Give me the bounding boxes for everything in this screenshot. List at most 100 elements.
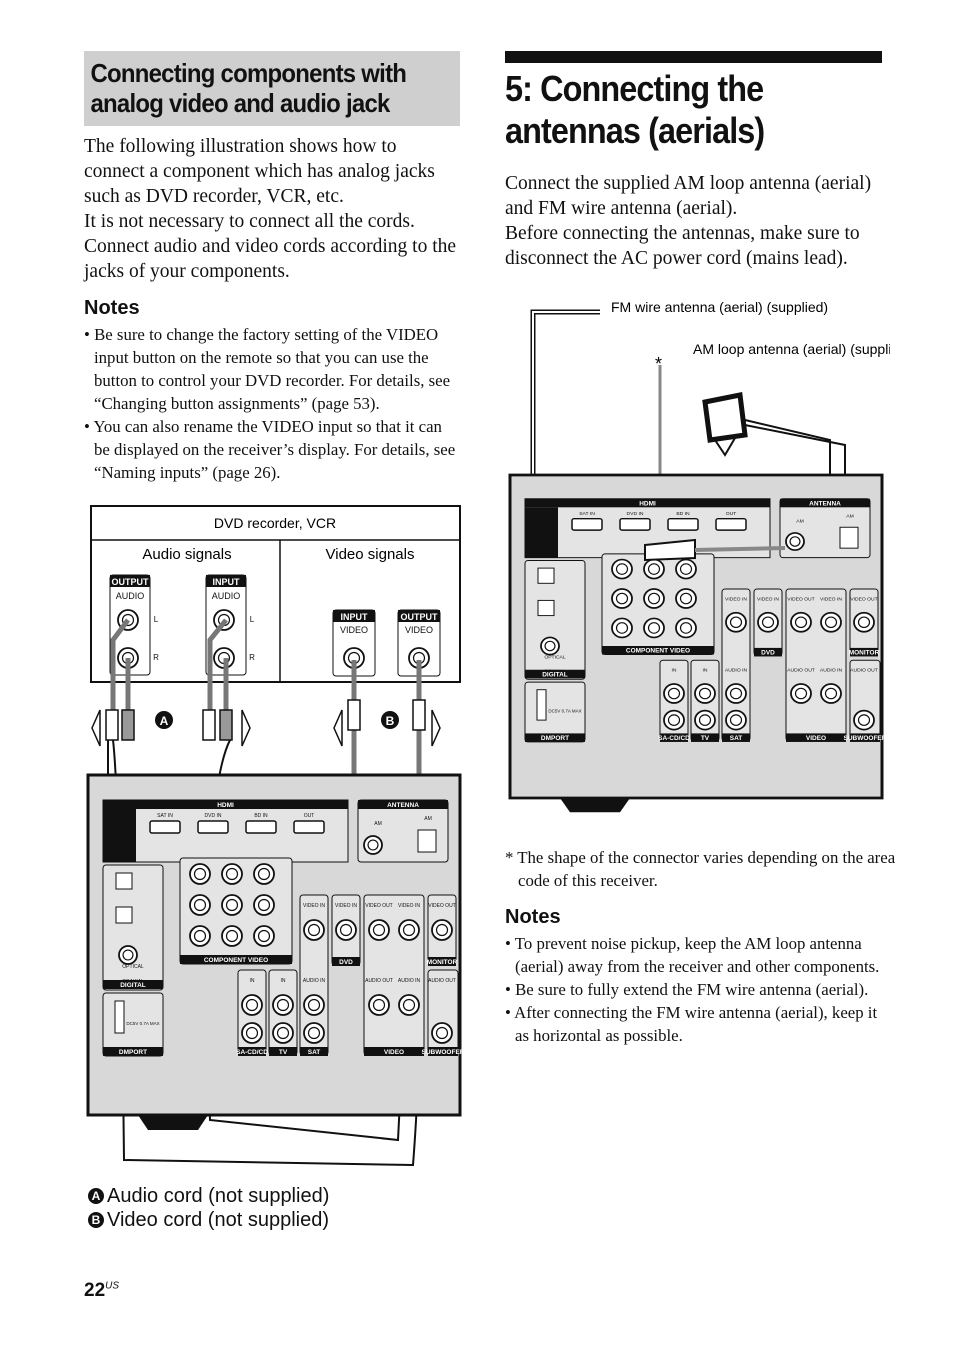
panel-label: VIDEO IN [757,597,779,603]
panel-label: HDMI [639,501,656,508]
jack-icon [663,683,685,704]
page-number: 22US [84,1280,119,1302]
marker-b-icon: B [88,1212,104,1228]
panel-label: MONITOR [427,959,458,966]
panel-label: VIDEO IN [303,903,325,909]
panel-label: AM [374,821,382,827]
panel-label: SAT IN [579,511,595,517]
panel-label: DVD [339,959,353,966]
jack-icon [853,709,875,731]
note-item: Be sure to fully extend the FM wire ante… [505,978,885,1001]
jack-icon [303,919,325,941]
panel-label: VIDEO [806,735,826,742]
jack-icon [189,925,211,947]
jack-icon [540,636,560,656]
panel-label: SUBWOOFER [844,735,887,742]
panel-label: DIGITAL [120,982,146,989]
panel-label: BD IN [676,511,690,517]
panel-label: SAT [308,1049,321,1056]
jack-icon [272,1022,294,1044]
panel-label: SUBWOOFER [422,1049,465,1056]
antenna-diagram: FM wire antenna (aerial) (supplied) AM l… [508,299,890,813]
panel-label: IN [281,978,286,984]
panel-label: AUDIO OUT [787,668,815,674]
panel-label: DC5V 0.7A MAX [126,1021,159,1026]
device-title: DVD recorder, VCR [214,515,336,531]
connect-note-box [103,809,136,862]
jack-icon [221,863,243,885]
jack-icon [675,588,697,609]
panel-label: OUTPUT [401,612,439,622]
jack-icon [790,683,812,704]
panel-label: VIDEO IN [335,903,357,909]
jack-icon [611,617,633,639]
jack-icon [253,925,275,947]
jack-icon [253,894,275,916]
hdmi-port-icon [571,517,603,531]
jack-icon [725,709,747,731]
title-bar [505,51,882,63]
jack-icon [221,925,243,947]
panel-label: AUDIO [116,591,145,601]
jack-icon [643,558,665,580]
jack-icon [694,709,716,731]
svg-text:A: A [160,714,169,728]
panel-label: R [249,653,255,662]
jack-icon [853,611,875,633]
paragraph: Before connecting the antennas, make sur… [505,223,860,269]
jack-icon [675,558,697,580]
jack-icon [725,611,747,633]
panel-label: AM [846,514,853,520]
note-item: After connecting the FM wire antenna (ae… [505,1001,885,1047]
panel-label: SA-CD/CD [658,735,690,742]
paragraph: It is not necessary to connect all the c… [84,211,457,282]
jack-icon [368,994,390,1016]
dmport-icon [536,689,547,721]
panel-label: AUDIO OUT [428,978,456,984]
jack-icon [368,919,390,941]
hdmi-port-icon [197,820,229,834]
jack-icon [643,617,665,639]
jack-icon [398,994,420,1016]
panel-label: VIDEO OUT [787,597,814,603]
receiver-foot [560,798,630,813]
panel-label: TV [701,735,710,742]
am-antenna-label: AM loop antenna (aerial) (supplied) [693,341,890,357]
jack-icon [253,863,275,885]
panel-label: VIDEO IN [398,903,420,909]
panel-label: DVD IN [627,511,644,517]
notes-title: Notes [505,906,561,928]
panel-label: DMPORT [541,735,569,742]
hdmi-port-icon [149,820,181,834]
notes-section: Notes To prevent noise pickup, keep the … [505,906,885,1047]
panel-label: R [153,653,159,662]
intro-text: The following illustration shows how to … [84,134,460,284]
optical-port-icon [115,872,133,890]
optical-port-icon [115,906,133,924]
panel-label: AUDIO IN [303,978,326,984]
jack-icon [785,532,805,551]
panel-label: INPUT [213,577,241,587]
panel-label: AUDIO IN [725,668,748,674]
panel-label: OPTICAL [122,964,144,970]
panel-label: BD IN [254,813,268,819]
panel-label: VIDEO [405,625,433,635]
panel-label: OUTPUT [112,577,150,587]
panel-label: HDMI [217,802,234,809]
panel-label: DVD IN [205,813,222,819]
jack-icon [363,835,383,855]
jack-icon [725,683,747,704]
hdmi-port-icon [619,517,651,531]
jack-icon [611,558,633,580]
jack-icon [431,919,453,941]
panel-label: IN [672,668,677,674]
hdmi-port-icon [293,820,325,834]
panel-label: COMPONENT VIDEO [204,957,268,964]
jack-icon [303,1022,325,1044]
note-item: Be sure to change the factory setting of… [84,323,460,415]
panel-label: OUT [726,511,737,517]
notes-section: Notes Be sure to change the factory sett… [84,297,460,484]
panel-label: SAT IN [157,813,173,819]
panel-label: AUDIO IN [398,978,421,984]
jack-icon [335,919,357,941]
